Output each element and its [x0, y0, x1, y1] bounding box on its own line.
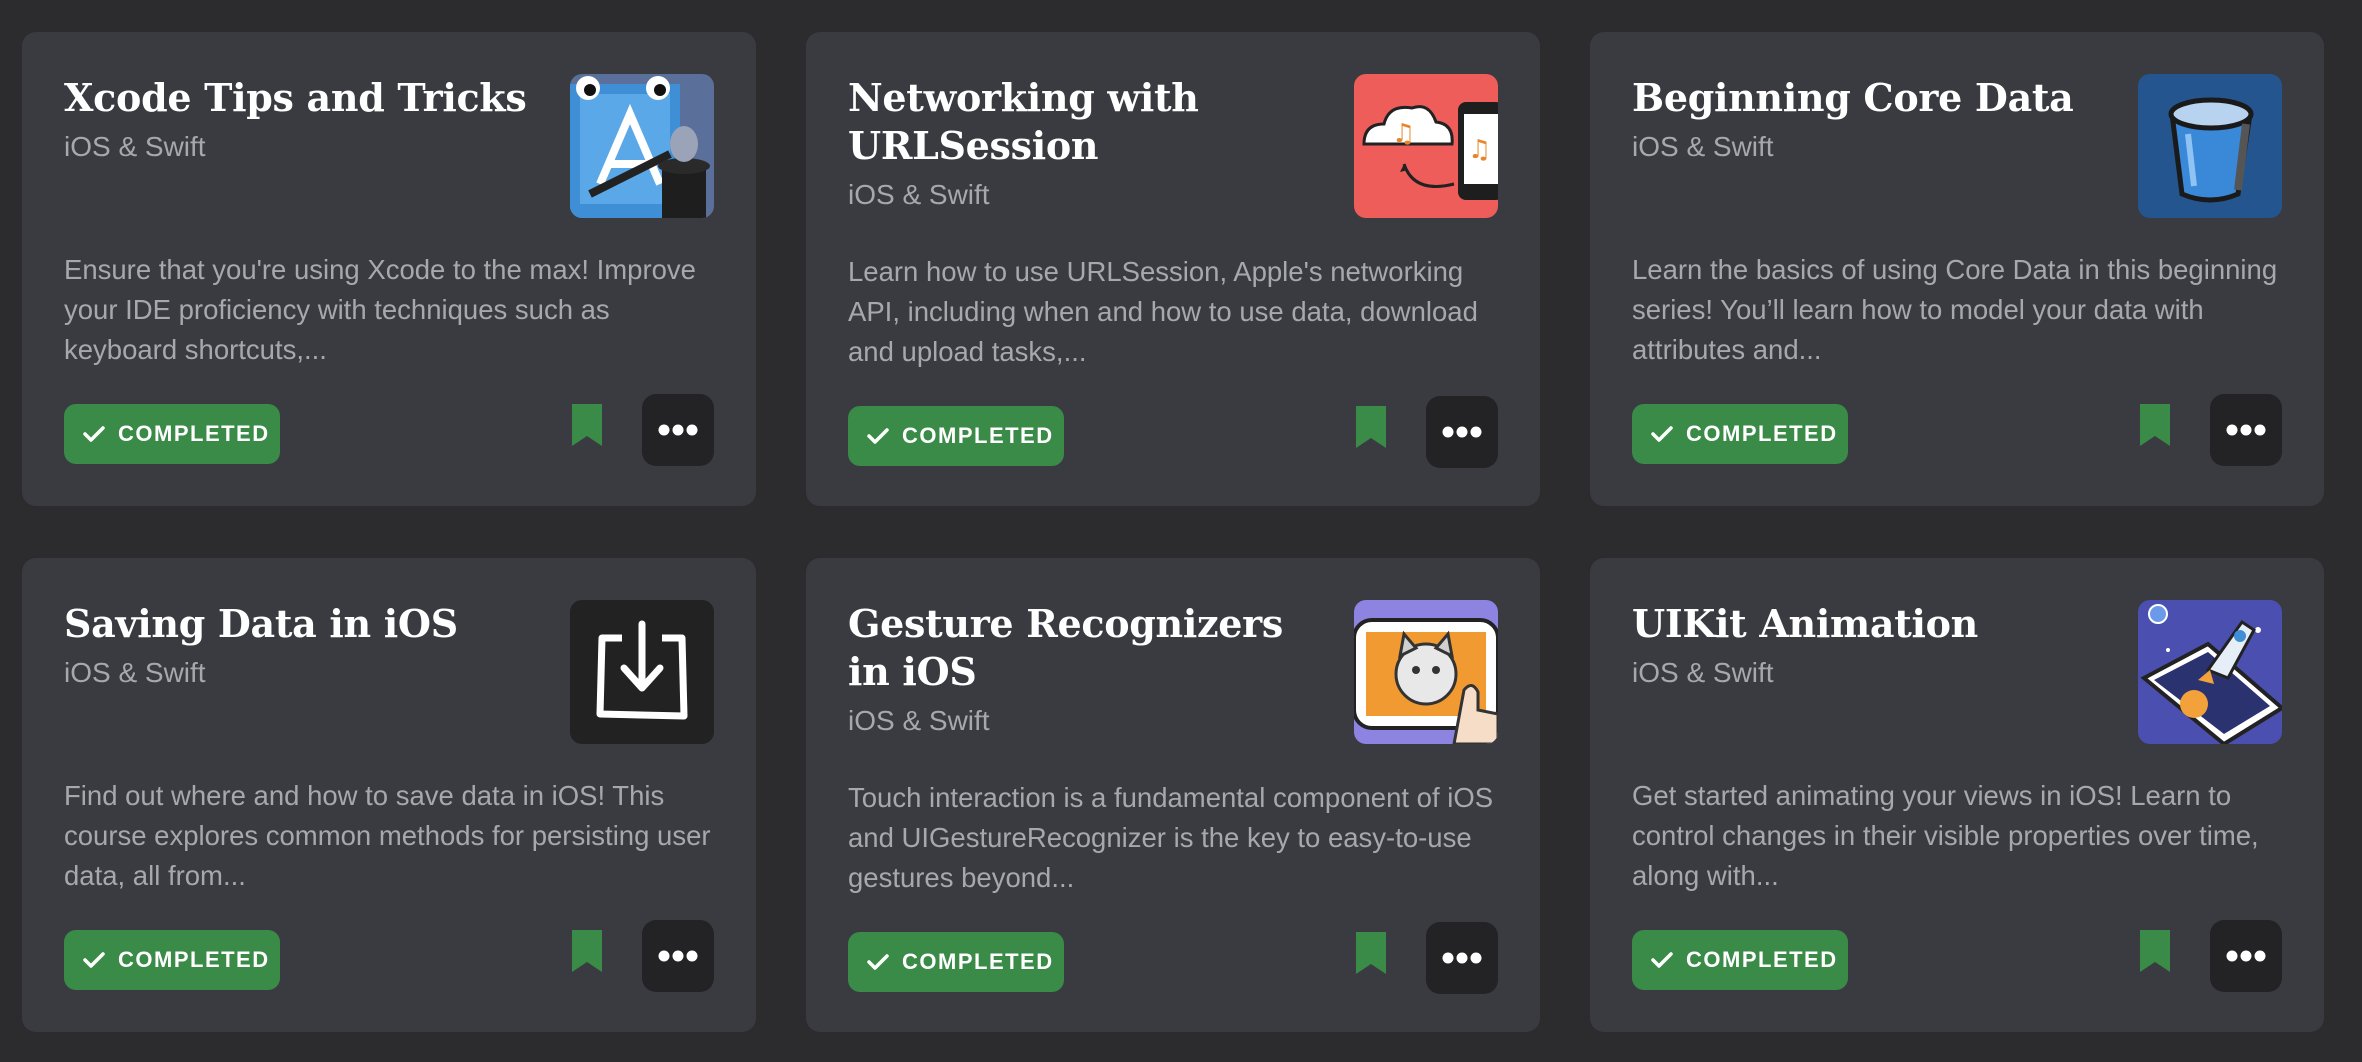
ellipsis-icon: [658, 424, 698, 436]
course-grid: Xcode Tips and Tricks iOS & Swift Ensure…: [22, 32, 2324, 1032]
card-header: Saving Data in iOS iOS & Swift: [64, 600, 544, 690]
course-card[interactable]: Gesture Recognizers in iOS iOS & Swift T…: [806, 558, 1540, 1032]
svg-text:♫: ♫: [1392, 119, 1415, 149]
completed-badge: COMPLETED: [64, 930, 280, 990]
more-options-button[interactable]: [642, 394, 714, 466]
more-options-button[interactable]: [2210, 920, 2282, 992]
completed-label: COMPLETED: [902, 423, 1054, 448]
completed-label: COMPLETED: [118, 947, 270, 972]
course-title[interactable]: Xcode Tips and Tricks: [64, 74, 544, 122]
course-category: iOS & Swift: [64, 657, 206, 688]
bookmark-icon[interactable]: [2140, 404, 2170, 446]
card-header: Gesture Recognizers in iOS iOS & Swift: [848, 600, 1328, 738]
course-category: iOS & Swift: [1632, 657, 1774, 688]
course-card[interactable]: Xcode Tips and Tricks iOS & Swift Ensure…: [22, 32, 756, 506]
ellipsis-icon: [1442, 426, 1482, 438]
course-category: iOS & Swift: [848, 179, 990, 210]
course-title[interactable]: Gesture Recognizers in iOS: [848, 600, 1328, 696]
course-card[interactable]: UIKit Animation iOS & Swift Get started …: [1590, 558, 2324, 1032]
check-icon: [867, 428, 889, 444]
check-icon: [83, 426, 105, 442]
check-icon: [1651, 952, 1673, 968]
bookmark-icon[interactable]: [572, 404, 602, 446]
more-options-button[interactable]: [1426, 922, 1498, 994]
xcode-magic-icon[interactable]: [570, 74, 714, 218]
course-description: Ensure that you're using Xcode to the ma…: [64, 254, 696, 365]
course-title[interactable]: Saving Data in iOS: [64, 600, 544, 648]
course-card[interactable]: Saving Data in iOS iOS & Swift Find out …: [22, 558, 756, 1032]
ellipsis-icon: [658, 950, 698, 962]
course-description: Learn how to use URLSession, Apple's net…: [848, 256, 1478, 367]
card-header: Networking with URLSession iOS & Swift: [848, 74, 1328, 212]
bookmark-icon[interactable]: [1356, 932, 1386, 974]
course-title[interactable]: Networking with URLSession: [848, 74, 1328, 170]
more-options-button[interactable]: [1426, 396, 1498, 468]
check-icon: [1651, 426, 1673, 442]
course-category: iOS & Swift: [64, 131, 206, 162]
completed-badge: COMPLETED: [848, 932, 1064, 992]
card-header: Xcode Tips and Tricks iOS & Swift: [64, 74, 544, 164]
completed-badge: COMPLETED: [1632, 930, 1848, 990]
course-card[interactable]: Networking with URLSession iOS & Swift ♫…: [806, 32, 1540, 506]
card-header: Beginning Core Data iOS & Swift: [1632, 74, 2112, 164]
cat-tablet-gesture-icon[interactable]: [1354, 600, 1498, 744]
course-description: Touch interaction is a fundamental compo…: [848, 782, 1494, 893]
svg-text:♫: ♫: [1468, 135, 1491, 165]
completed-label: COMPLETED: [1686, 947, 1838, 972]
ellipsis-icon: [1442, 952, 1482, 964]
course-card[interactable]: Beginning Core Data iOS & Swift Learn th…: [1590, 32, 2324, 506]
bookmark-icon[interactable]: [1356, 406, 1386, 448]
database-bucket-icon[interactable]: [2138, 74, 2282, 218]
course-category: iOS & Swift: [1632, 131, 1774, 162]
completed-badge: COMPLETED: [64, 404, 280, 464]
cloud-music-phone-icon[interactable]: ♫ ♫: [1354, 74, 1498, 218]
course-description: Find out where and how to save data in i…: [64, 780, 711, 891]
course-description: Get started animating your views in iOS!…: [1632, 780, 2259, 891]
check-icon: [867, 954, 889, 970]
card-header: UIKit Animation iOS & Swift: [1632, 600, 2112, 690]
completed-badge: COMPLETED: [848, 406, 1064, 466]
ellipsis-icon: [2226, 950, 2266, 962]
completed-label: COMPLETED: [1686, 421, 1838, 446]
completed-label: COMPLETED: [118, 421, 270, 446]
ellipsis-icon: [2226, 424, 2266, 436]
course-title[interactable]: Beginning Core Data: [1632, 74, 2112, 122]
bookmark-icon[interactable]: [2140, 930, 2170, 972]
course-title[interactable]: UIKit Animation: [1632, 600, 2112, 648]
bookmark-icon[interactable]: [572, 930, 602, 972]
download-tray-icon[interactable]: [570, 600, 714, 744]
rocket-phone-icon[interactable]: [2138, 600, 2282, 744]
completed-label: COMPLETED: [902, 949, 1054, 974]
more-options-button[interactable]: [642, 920, 714, 992]
course-description: Learn the basics of using Core Data in t…: [1632, 254, 2278, 365]
completed-badge: COMPLETED: [1632, 404, 1848, 464]
course-category: iOS & Swift: [848, 705, 990, 736]
more-options-button[interactable]: [2210, 394, 2282, 466]
check-icon: [83, 952, 105, 968]
